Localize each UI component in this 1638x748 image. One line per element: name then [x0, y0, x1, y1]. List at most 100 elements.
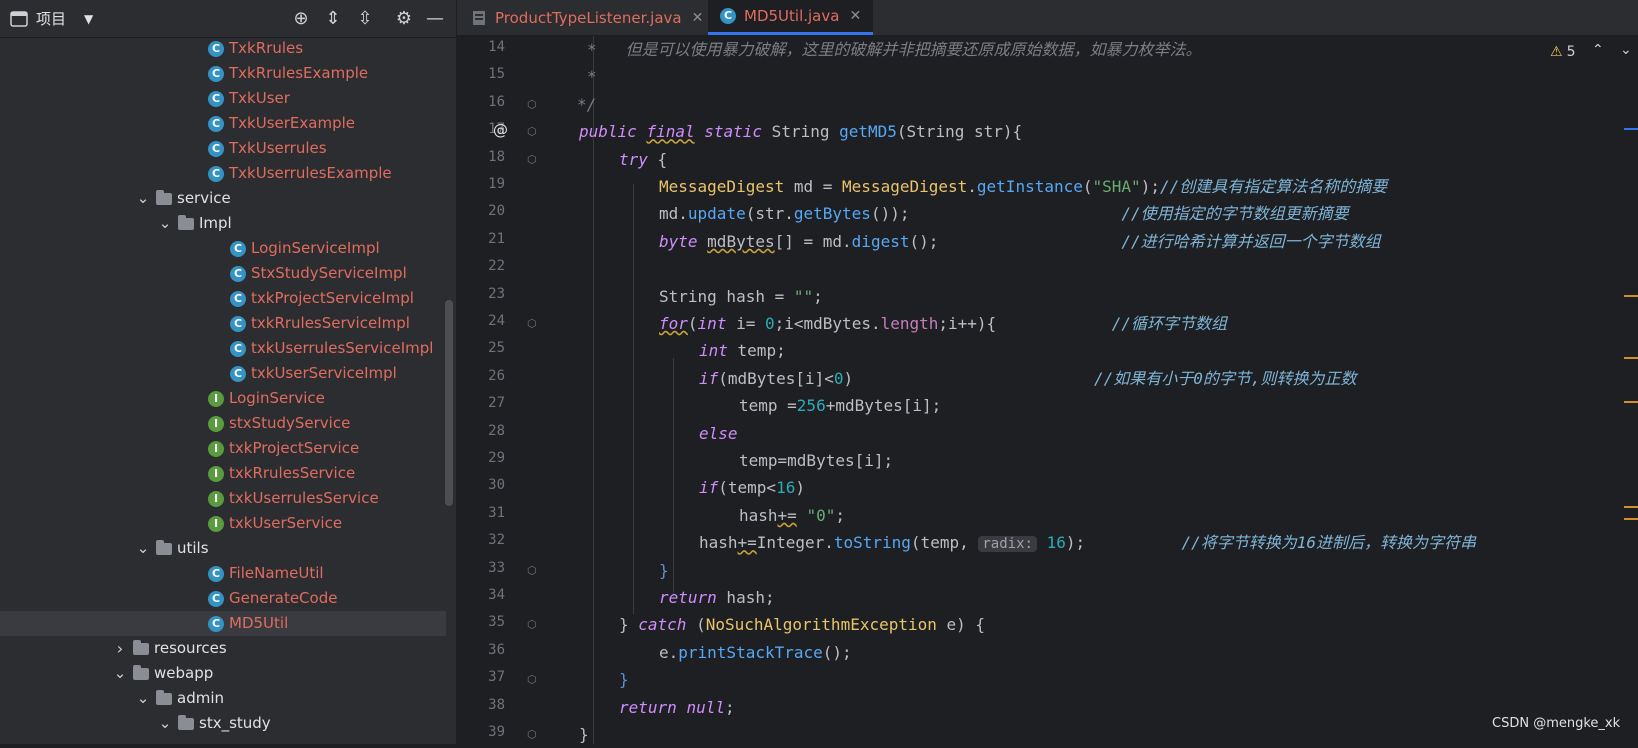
- tree-item-txkuser[interactable]: C TxkUser: [0, 86, 446, 111]
- code-editor[interactable]: * 但是可以使用暴力破解，这里的破解并非把摘要还原成原始数据，如暴力枚举法。 *…: [547, 36, 1638, 744]
- tree-item-txkprojectservice[interactable]: ItxkProjectService: [0, 436, 446, 461]
- comment: */: [577, 94, 597, 114]
- tree-item-generatecode[interactable]: C GenerateCode: [0, 586, 446, 611]
- fold-marker-icon[interactable]: ⬡: [527, 728, 537, 741]
- scrollbar-marker[interactable]: [1624, 401, 1638, 403]
- line-number: 20: [488, 203, 505, 220]
- previous-highlight-icon[interactable]: ⌃: [1592, 42, 1604, 58]
- line-number: 32: [488, 532, 505, 549]
- chevron-down-icon[interactable]: ⌄: [136, 686, 150, 711]
- tree-item-resources[interactable]: › resources: [0, 636, 446, 661]
- tab-producttypelistener[interactable]: ProductTypeListener.java ✕: [471, 0, 703, 35]
- tree-item-txkuserserviceimpl[interactable]: CtxkUserServiceImpl: [0, 361, 446, 386]
- tree-item-label: stxStudyService: [229, 414, 351, 432]
- fold-marker-icon[interactable]: ⬡: [527, 153, 537, 166]
- tree-item-txkrrulesserviceimpl[interactable]: CtxkRrulesServiceImpl: [0, 311, 446, 336]
- locate-file-icon[interactable]: ⊕: [290, 8, 312, 30]
- fold-marker-icon[interactable]: ⬡: [527, 673, 537, 686]
- next-highlight-icon[interactable]: ⌄: [1620, 42, 1632, 58]
- indent-guide: [673, 358, 674, 598]
- tree-item-txkuserservice[interactable]: ItxkUserService: [0, 511, 446, 536]
- interface-icon: I: [208, 516, 224, 532]
- chevron-down-icon[interactable]: ⌄: [158, 711, 172, 736]
- scrollbar-marker[interactable]: [1624, 518, 1638, 520]
- hide-panel-icon[interactable]: —: [424, 8, 446, 30]
- folder-icon: [156, 690, 172, 705]
- code-line-29: temp=mdBytes[i];: [739, 451, 894, 470]
- chevron-down-icon[interactable]: ⌄: [113, 661, 127, 686]
- class-icon: C: [230, 266, 246, 282]
- tree-item-admin[interactable]: ⌄ admin: [0, 686, 446, 711]
- line-number: 18: [488, 148, 505, 165]
- project-tree-scrollbar[interactable]: [445, 300, 453, 506]
- tree-item-txkuserexample[interactable]: C TxkUserExample: [0, 111, 446, 136]
- tree-item-impl[interactable]: ⌄ Impl: [0, 211, 446, 236]
- line-number: 16: [488, 93, 505, 110]
- tree-item-txkuserrulesserviceimpl[interactable]: CtxkUserrulesServiceImpl: [0, 336, 446, 361]
- warning-count: 5: [1566, 44, 1576, 60]
- collapse-all-icon[interactable]: ⇳: [354, 8, 376, 30]
- tree-item-label: resources: [154, 639, 227, 657]
- tree-item-stxstudyserviceimpl[interactable]: C StxStudyServiceImpl: [0, 261, 446, 286]
- expand-all-icon[interactable]: ⇕: [322, 8, 344, 30]
- tree-item-txkprojectserviceimpl[interactable]: CtxkProjectServiceImpl: [0, 286, 446, 311]
- fold-marker-icon[interactable]: ⬡: [527, 564, 537, 577]
- line-number: 30: [488, 477, 505, 494]
- tab-label: MD5Util.java: [744, 7, 840, 25]
- tab-md5util[interactable]: C MD5Util.java ✕: [708, 0, 874, 35]
- project-window-icon: [10, 10, 28, 27]
- tree-item-label: LoginService: [229, 389, 325, 407]
- tree-item-txkrrules[interactable]: C TxkRrules: [0, 36, 446, 61]
- project-view-selector[interactable]: 项目 ▼: [10, 8, 93, 29]
- tree-item-loginservice[interactable]: I LoginService: [0, 386, 446, 411]
- line-number: 27: [488, 395, 505, 412]
- tree-item-txkuserrulesservice[interactable]: ItxkUserrulesService: [0, 486, 446, 511]
- line-number: 34: [488, 587, 505, 603]
- comment: //创建具有指定算法名称的摘要: [1159, 177, 1388, 196]
- tree-item-loginserviceimpl[interactable]: C LoginServiceImpl: [0, 236, 446, 261]
- tree-item-service[interactable]: ⌄ service: [0, 186, 446, 211]
- fold-marker-icon[interactable]: ⬡: [527, 98, 537, 111]
- line-number: 35: [488, 614, 505, 631]
- interface-icon: I: [208, 391, 224, 407]
- tree-item-webapp[interactable]: ⌄ webapp: [0, 661, 446, 686]
- tree-item-label: LoginServiceImpl: [251, 239, 380, 257]
- class-icon: C: [230, 366, 246, 382]
- code-line-17: public final static String getMD5(String…: [579, 122, 1023, 142]
- line-number: 31: [488, 504, 505, 521]
- scrollbar-marker[interactable]: [1624, 506, 1638, 508]
- tree-item-utils[interactable]: ⌄ utils: [0, 536, 446, 561]
- tree-item-stxstudyservice[interactable]: IstxStudyService: [0, 411, 446, 436]
- chevron-down-icon[interactable]: ▼: [84, 12, 93, 26]
- tree-item-txkuserrules[interactable]: C TxkUserrules: [0, 136, 446, 161]
- gear-icon[interactable]: ⚙: [393, 8, 415, 30]
- annotation-gutter-icon[interactable]: @: [493, 121, 508, 139]
- tree-item-txkuserrulesexample[interactable]: C TxkUserrulesExample: [0, 161, 446, 186]
- tree-item-label: FileNameUtil: [229, 564, 324, 582]
- chevron-right-icon[interactable]: ›: [113, 636, 127, 661]
- close-icon[interactable]: ✕: [849, 8, 861, 24]
- line-number: 29: [488, 450, 505, 466]
- tree-item-stx-study[interactable]: ⌄ stx_study: [0, 711, 446, 736]
- fold-marker-icon[interactable]: ⬡: [527, 125, 537, 138]
- tree-item-txkrrulesservice[interactable]: ItxkRrulesService: [0, 461, 446, 486]
- chevron-down-icon[interactable]: ⌄: [158, 211, 172, 236]
- comment: //进行哈希计算并返回一个字节数组: [1121, 231, 1381, 251]
- tree-item-filenameutil[interactable]: C FileNameUtil: [0, 561, 446, 586]
- code-line-32: hash+=Integer.toString(temp, radix: 16);…: [699, 533, 1476, 553]
- close-icon[interactable]: ✕: [692, 10, 704, 26]
- chevron-down-icon[interactable]: ⌄: [136, 536, 150, 561]
- tree-item-label: txkRrulesService: [229, 464, 356, 482]
- chevron-down-icon[interactable]: ⌄: [136, 186, 150, 211]
- code-line-33: }: [659, 560, 669, 580]
- tree-item-md5util[interactable]: C MD5Util: [0, 611, 446, 636]
- scrollbar-marker[interactable]: [1624, 295, 1638, 297]
- scrollbar-marker[interactable]: [1624, 128, 1638, 130]
- inspection-widget[interactable]: ⚠ 5: [1550, 44, 1575, 60]
- code-line-23: String hash = "";: [659, 286, 823, 306]
- fold-marker-icon[interactable]: ⬡: [527, 618, 537, 631]
- scrollbar-marker[interactable]: [1624, 357, 1638, 359]
- tree-item-label: StxStudyServiceImpl: [251, 264, 407, 282]
- tree-item-txkrrulesexample[interactable]: C TxkRrulesExample: [0, 61, 446, 86]
- fold-marker-icon[interactable]: ⬡: [527, 317, 537, 330]
